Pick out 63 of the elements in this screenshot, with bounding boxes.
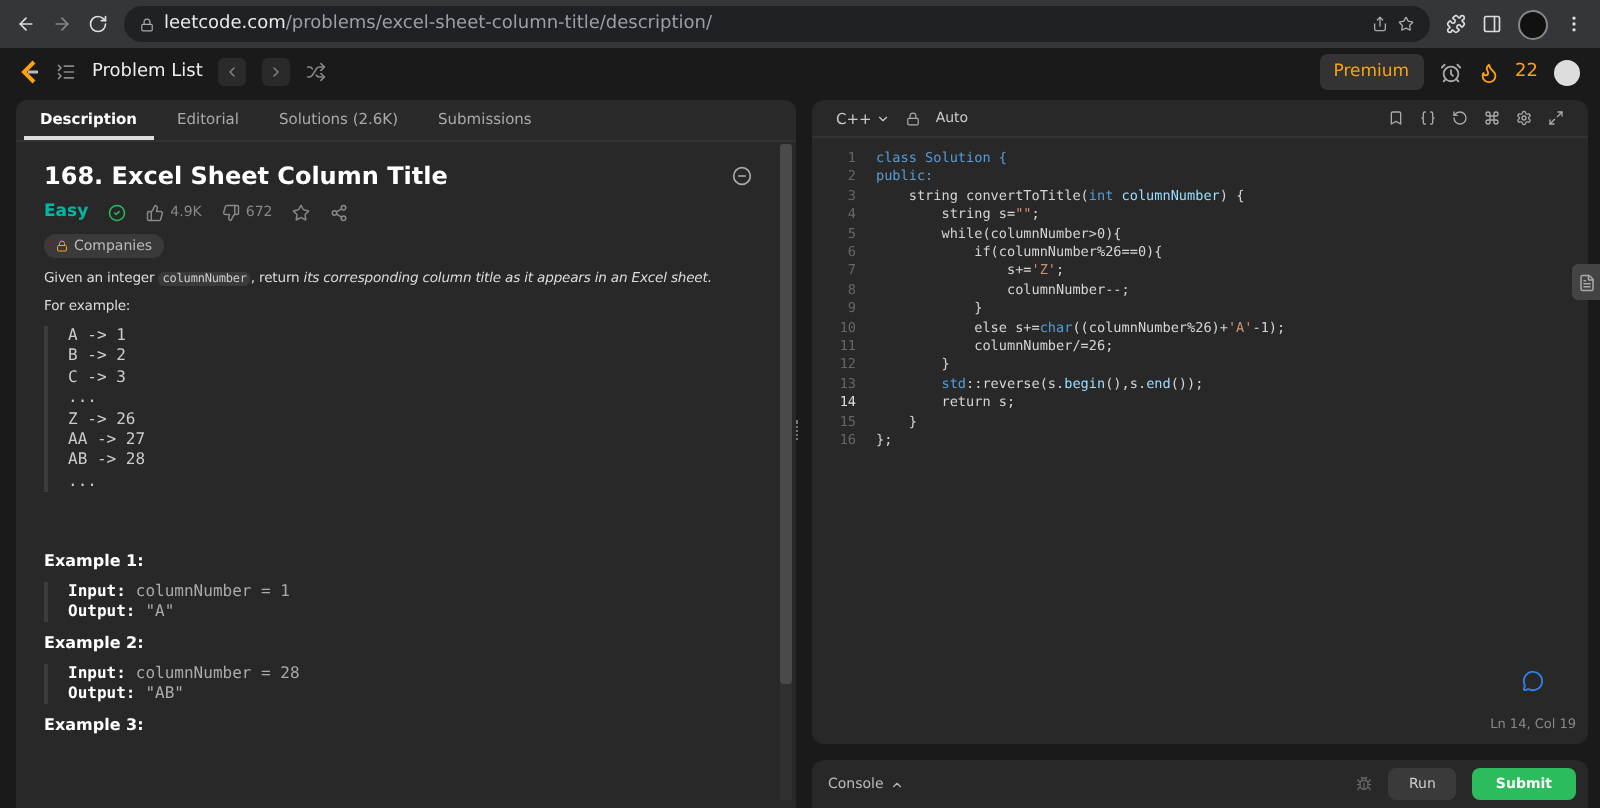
caret-icon: [889, 777, 904, 791]
address-bar[interactable]: leetcode.com/problems/excel-sheet-column-title/description/: [124, 6, 1430, 42]
command-icon[interactable]: [1484, 110, 1500, 126]
logo-icon[interactable]: [20, 60, 40, 84]
caret-icon: [875, 111, 890, 125]
star-icon[interactable]: [1398, 16, 1414, 32]
settings-icon[interactable]: [1516, 110, 1532, 126]
minus-circle-icon[interactable]: [732, 166, 752, 186]
example-mapping: ...: [68, 388, 99, 410]
reload-icon[interactable]: [88, 14, 108, 34]
share-icon[interactable]: [330, 203, 349, 221]
lock-icon: [56, 240, 68, 252]
example-mapping: AA -> 27: [68, 430, 148, 451]
lock-icon: [140, 17, 154, 31]
difficulty-label: Easy: [44, 202, 89, 222]
example-title: Example 3:: [44, 716, 146, 735]
premium-button[interactable]: Premium: [1319, 54, 1424, 90]
side-tab[interactable]: [1572, 264, 1600, 300]
share-icon[interactable]: [1372, 16, 1388, 32]
problem-title: 168. Excel Sheet Column Title: [44, 162, 448, 190]
input-label: Input:: [68, 582, 126, 603]
side-panel-icon[interactable]: [1482, 14, 1502, 34]
problem-list-link[interactable]: Problem List: [92, 62, 203, 82]
example-mapping: ...: [68, 471, 99, 493]
output-label: Output:: [68, 602, 136, 623]
thumbs-up-icon[interactable]: [146, 203, 165, 221]
user-avatar[interactable]: [1554, 59, 1580, 85]
bug-icon[interactable]: [1356, 776, 1373, 792]
star-icon[interactable]: [292, 203, 311, 221]
solved-check-icon: [108, 203, 127, 221]
thumbs-down-icon[interactable]: [221, 203, 240, 221]
input-value: columnNumber = 1: [135, 582, 290, 603]
next-button[interactable]: [262, 58, 291, 86]
reset-icon[interactable]: [1452, 110, 1468, 126]
output-value: "AB": [145, 684, 184, 705]
example-mapping: Z -> 26: [68, 409, 138, 431]
chat-icon[interactable]: [1522, 670, 1544, 692]
output-value: "A": [145, 602, 175, 623]
forward-icon[interactable]: [52, 14, 72, 34]
streak-count: 22: [1515, 62, 1538, 82]
previous-button[interactable]: [218, 58, 247, 86]
scrollbar[interactable]: [780, 144, 792, 800]
lock-icon: [905, 111, 920, 125]
example-mapping: C -> 3: [68, 367, 128, 389]
example-mapping: AB -> 28: [68, 450, 148, 472]
shuffle-icon[interactable]: [306, 62, 327, 82]
example-title: Example 2:: [44, 634, 146, 653]
input-label: Input:: [68, 664, 126, 685]
puzzle-icon[interactable]: [1446, 14, 1466, 34]
flame-icon: [1477, 61, 1500, 83]
example-mapping: A -> 1: [68, 326, 128, 347]
bookmark-icon[interactable]: [1388, 110, 1404, 126]
timer-icon[interactable]: [1439, 61, 1462, 83]
profile-avatar[interactable]: [1518, 9, 1548, 39]
document-icon: [1577, 273, 1595, 291]
back-icon[interactable]: [16, 14, 36, 34]
braces-icon[interactable]: [1420, 110, 1436, 126]
list-icon[interactable]: [56, 62, 76, 82]
example-title: Example 1:: [44, 552, 146, 571]
output-label: Output:: [68, 684, 136, 705]
example-mapping: B -> 2: [68, 346, 128, 368]
expand-icon[interactable]: [1548, 110, 1564, 126]
input-value: columnNumber = 28: [135, 664, 300, 685]
